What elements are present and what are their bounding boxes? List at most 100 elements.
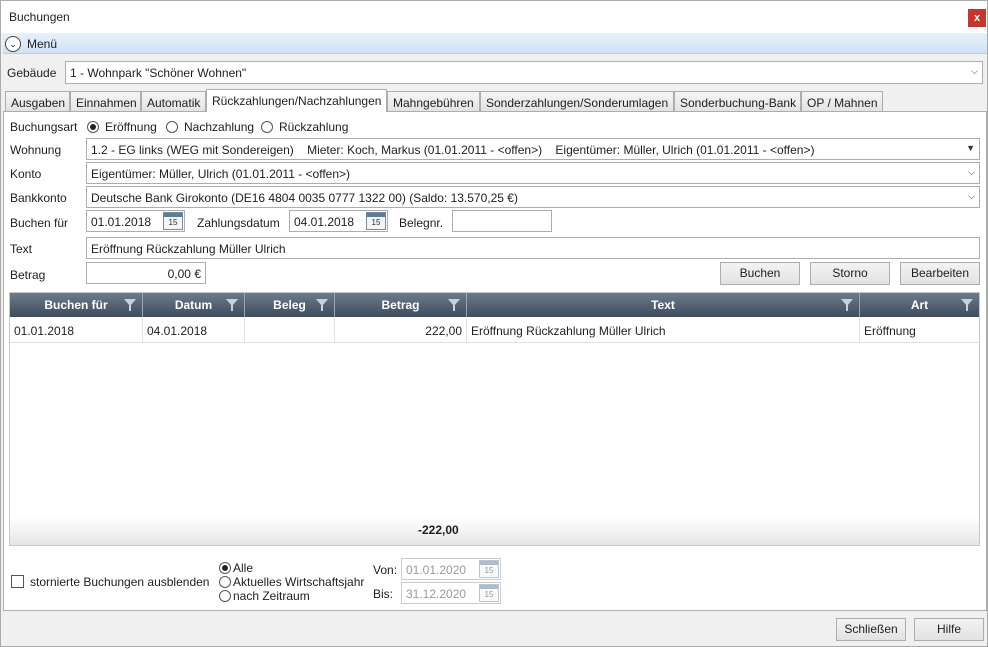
column-header-betrag[interactable]: Betrag [335,293,467,317]
radio-nachzahlung[interactable] [166,121,178,133]
column-header-text[interactable]: Text [467,293,860,317]
cell-datum: 04.01.2018 [143,319,245,343]
column-header-beleg[interactable]: Beleg [245,293,335,317]
tab-einnahmen[interactable]: Einnahmen [70,91,141,111]
bis-date[interactable]: 31.12.2020 15 [401,582,501,604]
zahlungsdatum-value: 04.01.2018 [294,215,355,229]
radio-wirtschaftsjahr[interactable] [219,576,231,588]
tab-op-mahnen[interactable]: OP / Mahnen [801,91,883,111]
filter-icon[interactable] [124,299,136,311]
column-header-buchen-fuer[interactable]: Buchen für [10,293,143,317]
tab-automatik[interactable]: Automatik [141,91,206,111]
text-label: Text [10,242,33,256]
radio-eroeffnung[interactable] [87,121,99,133]
column-header-label: Art [910,298,929,312]
filter-icon[interactable] [961,299,973,311]
title-bar: Buchungen x [1,1,987,33]
cell-buchen-fuer: 01.01.2018 [10,319,143,343]
von-label: Von: [373,563,398,577]
buchungen-window: Buchungen x ⌄ Menü Gebäude 1 - Wohnpark … [0,0,988,647]
gebaeude-value: 1 - Wohnpark "Schöner Wohnen" [70,66,247,80]
summary-row: -222,00 [10,517,979,545]
buchen-button[interactable]: Buchen [720,262,800,285]
storno-button[interactable]: Storno [810,262,890,285]
konto-label: Konto [10,167,42,181]
wohnung-select[interactable]: 1.2 - EG links (WEG mit Sondereigen) Mie… [86,138,980,160]
bearbeiten-button[interactable]: Bearbeiten [900,262,980,285]
menu-label[interactable]: Menü [27,37,57,51]
buchungsart-label: Buchungsart [10,120,78,134]
zahlungsdatum-date[interactable]: 04.01.2018 15 [289,210,388,232]
radio-wirtschaftsjahr-label[interactable]: Aktuelles Wirtschaftsjahr [233,575,364,589]
buchungen-grid: Buchen für Datum Beleg Betrag Text Art 0… [9,292,980,546]
cell-art: Eröffnung [860,319,979,343]
bankkonto-value: Deutsche Bank Girokonto (DE16 4804 0035 … [91,191,518,205]
text-input[interactable]: Eröffnung Rückzahlung Müller Ulrich [86,237,980,259]
belegnr-input[interactable] [452,210,552,232]
column-header-datum[interactable]: Datum [143,293,245,317]
stornierte-checkbox[interactable] [11,575,24,588]
calendar-icon[interactable]: 15 [479,584,499,602]
wohnung-value: 1.2 - EG links (WEG mit Sondereigen) Mie… [91,143,815,157]
buchen-fuer-label: Buchen für [10,216,69,230]
column-header-label: Buchen für [44,298,108,312]
filter-icon[interactable] [316,299,328,311]
chevron-down-icon: ⌵ [968,167,975,177]
window-title: Buchungen [9,10,70,24]
von-date[interactable]: 01.01.2020 15 [401,558,501,580]
radio-nachzahlung-label[interactable]: Nachzahlung [184,120,254,134]
zahlungsdatum-label: Zahlungsdatum [197,216,280,230]
schliessen-button[interactable]: Schließen [836,618,906,641]
column-header-label: Beleg [273,298,306,312]
filter-icon[interactable] [226,299,238,311]
radio-zeitraum-label[interactable]: nach Zeitraum [233,589,310,603]
tab-sonderzahlungen[interactable]: Sonderzahlungen/Sonderumlagen [480,91,674,111]
hilfe-button[interactable]: Hilfe [914,618,984,641]
tab-ausgaben[interactable]: Ausgaben [5,91,70,111]
wohnung-label: Wohnung [10,143,62,157]
filter-icon[interactable] [841,299,853,311]
column-header-label: Text [651,298,675,312]
menu-bar[interactable]: ⌄ Menü [3,34,987,54]
cell-beleg [245,319,335,343]
radio-rueckzahlung[interactable] [261,121,273,133]
calendar-icon[interactable]: 15 [366,212,386,230]
chevron-down-icon[interactable]: ⌄ [5,36,21,52]
tab-rueckzahlungen[interactable]: Rückzahlungen/Nachzahlungen [206,89,387,112]
close-button[interactable]: x [968,9,986,27]
betrag-value: 0,00 € [167,267,201,281]
bankkonto-select[interactable]: Deutsche Bank Girokonto (DE16 4804 0035 … [86,186,980,208]
betrag-label: Betrag [10,268,46,282]
calendar-icon[interactable]: 15 [479,560,499,578]
bis-label: Bis: [373,587,394,601]
bis-value: 31.12.2020 [406,587,467,601]
konto-value: Eigentümer: Müller, Ulrich (01.01.2011 -… [91,167,351,181]
sum-value: -222,00 [418,523,459,537]
buchen-fuer-value: 01.01.2018 [91,215,152,229]
chevron-down-icon: ⌵ [971,66,978,76]
radio-rueckzahlung-label[interactable]: Rückzahlung [279,120,348,134]
radio-eroeffnung-label[interactable]: Eröffnung [105,120,157,134]
von-value: 01.01.2020 [406,563,467,577]
tab-mahngebuehren[interactable]: Mahngebühren [387,91,480,111]
radio-zeitraum[interactable] [219,590,231,602]
column-header-art[interactable]: Art [860,293,979,317]
tab-sonderbuchung-bank[interactable]: Sonderbuchung-Bank [674,91,801,111]
gebaeude-select[interactable]: 1 - Wohnpark "Schöner Wohnen" ⌵ [65,61,983,84]
betrag-input[interactable]: 0,00 € [86,262,206,284]
chevron-down-icon: ⌵ [968,191,975,201]
radio-alle-label[interactable]: Alle [233,561,253,575]
text-value: Eröffnung Rückzahlung Müller Ulrich [91,242,286,256]
cell-text: Eröffnung Rückzahlung Müller Ulrich [467,319,860,343]
konto-select[interactable]: Eigentümer: Müller, Ulrich (01.01.2011 -… [86,162,980,184]
column-header-label: Betrag [381,298,420,312]
calendar-icon[interactable]: 15 [163,212,183,230]
dropdown-arrow-icon: ▼ [966,143,975,153]
stornierte-label[interactable]: stornierte Buchungen ausblenden [30,575,209,589]
belegnr-label: Belegnr. [399,216,444,230]
bankkonto-label: Bankkonto [10,191,67,205]
filter-icon[interactable] [448,299,460,311]
radio-alle[interactable] [219,562,231,574]
cell-betrag: 222,00 [335,319,467,343]
buchen-fuer-date[interactable]: 01.01.2018 15 [86,210,185,232]
